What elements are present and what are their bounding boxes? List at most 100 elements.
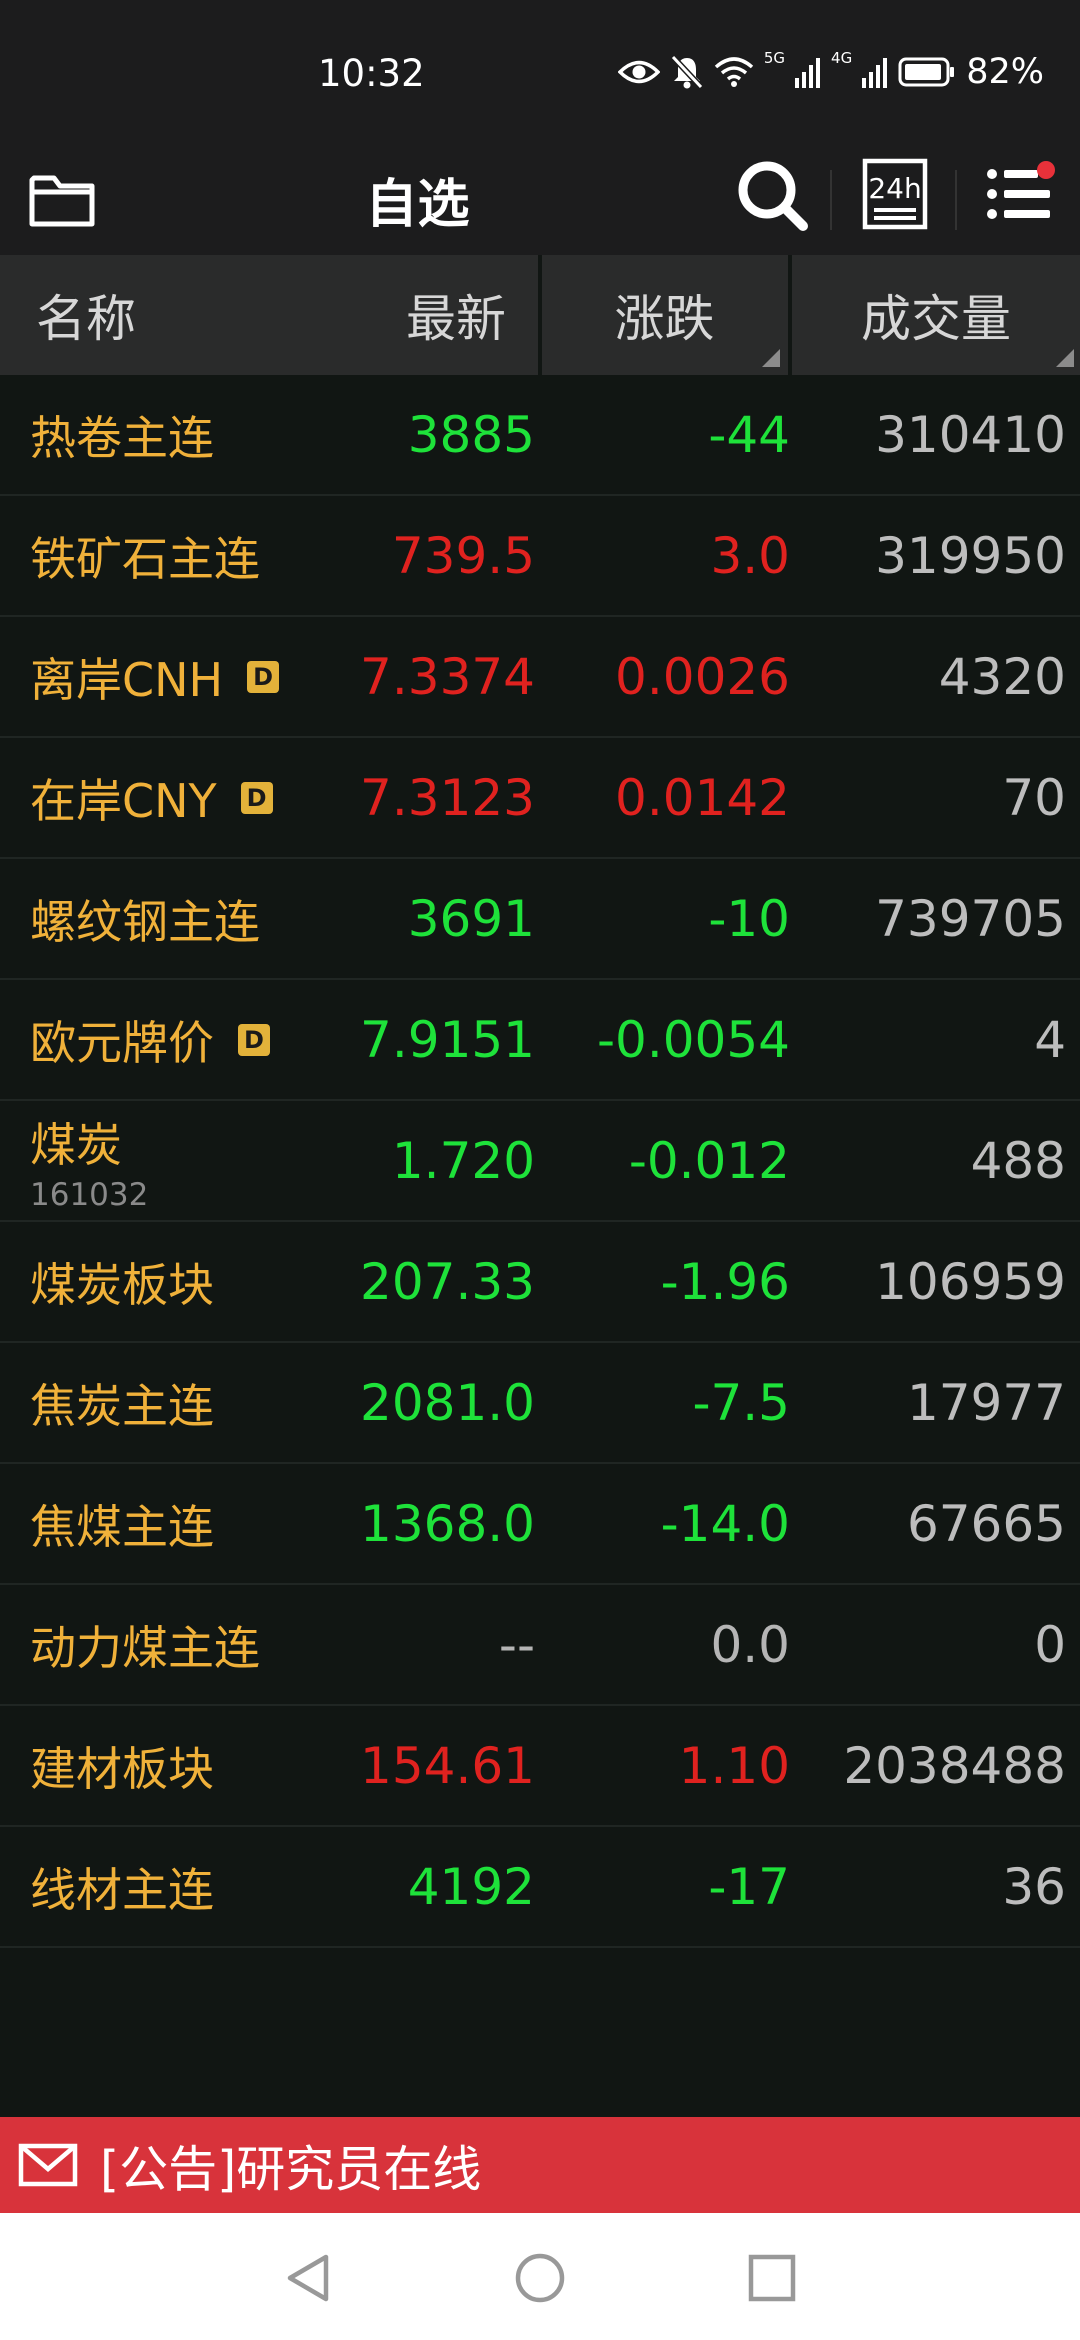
trade-volume: 17977 bbox=[906, 1373, 1066, 1432]
sort-triangle-icon bbox=[762, 349, 780, 367]
trade-volume: 319950 bbox=[875, 526, 1066, 585]
trade-volume: 310410 bbox=[875, 405, 1066, 464]
instrument-name-label: 线材主连 bbox=[30, 1862, 214, 1917]
instrument-name-label: 煤炭 bbox=[30, 1117, 122, 1172]
column-volume[interactable]: 成交量 bbox=[792, 255, 1080, 375]
instrument-name: 欧元牌价 D bbox=[30, 980, 270, 1099]
table-row[interactable]: 焦煤主连 1368.0 -14.0 67665 bbox=[0, 1464, 1080, 1585]
trade-volume: 4 bbox=[1034, 1010, 1066, 1069]
instrument-name-label: 焦煤主连 bbox=[30, 1499, 214, 1554]
delayed-badge: D bbox=[238, 1023, 270, 1056]
table-row[interactable]: 煤炭板块 207.33 -1.96 106959 bbox=[0, 1222, 1080, 1343]
instrument-name-label: 铁矿石主连 bbox=[30, 531, 260, 586]
instrument-name: 焦炭主连 bbox=[30, 1343, 214, 1462]
instrument-name: 离岸CNH D bbox=[30, 617, 280, 736]
column-change[interactable]: 涨跌 bbox=[542, 255, 787, 375]
table-row[interactable]: 建材板块 154.61 1.10 2038488 bbox=[0, 1706, 1080, 1827]
latest-price: 4192 bbox=[407, 1857, 535, 1916]
instrument-name-label: 动力煤主连 bbox=[30, 1620, 260, 1675]
trade-volume: 106959 bbox=[875, 1252, 1066, 1311]
instrument-name-label: 焦炭主连 bbox=[30, 1378, 214, 1433]
table-row[interactable]: 热卷主连 3885 -44 310410 bbox=[0, 375, 1080, 496]
price-change: -10 bbox=[708, 889, 790, 948]
instrument-name: 煤炭板块 bbox=[30, 1222, 214, 1341]
price-change: -17 bbox=[708, 1857, 790, 1916]
latest-price: 7.9151 bbox=[360, 1010, 535, 1069]
price-change: 0.0142 bbox=[615, 768, 790, 827]
table-row[interactable]: 焦炭主连 2081.0 -7.5 17977 bbox=[0, 1343, 1080, 1464]
status-time: 10:32 bbox=[318, 52, 425, 95]
price-change: 0.0 bbox=[710, 1615, 790, 1674]
table-row[interactable]: 离岸CNH D 7.3374 0.0026 4320 bbox=[0, 617, 1080, 738]
instrument-name-label: 煤炭板块 bbox=[30, 1257, 214, 1312]
column-latest[interactable]: 最新 bbox=[300, 255, 506, 375]
price-change: 3.0 bbox=[710, 526, 790, 585]
table-row[interactable]: 铁矿石主连 739.5 3.0 319950 bbox=[0, 496, 1080, 617]
table-row[interactable]: 线材主连 4192 -17 36 bbox=[0, 1827, 1080, 1948]
price-change: -1.96 bbox=[660, 1252, 790, 1311]
instrument-name: 在岸CNY D bbox=[30, 738, 273, 857]
table-row[interactable]: 煤炭 161032 1.720 -0.012 488 bbox=[0, 1101, 1080, 1222]
instrument-code: 161032 bbox=[30, 1176, 149, 1213]
latest-price: 1368.0 bbox=[360, 1494, 535, 1553]
price-change: 1.10 bbox=[678, 1736, 790, 1795]
trade-volume: 70 bbox=[1002, 768, 1066, 827]
instrument-name: 煤炭 161032 bbox=[30, 1101, 148, 1220]
status-bar: 10:32 5G 4G 82% bbox=[0, 0, 1080, 150]
latest-price: 7.3123 bbox=[360, 768, 535, 827]
table-row[interactable]: 螺纹钢主连 3691 -10 739705 bbox=[0, 859, 1080, 980]
signal-icon-1 bbox=[795, 58, 821, 88]
instrument-name: 线材主连 bbox=[30, 1827, 214, 1946]
trade-volume: 67665 bbox=[906, 1494, 1066, 1553]
price-change: -0.0054 bbox=[597, 1010, 790, 1069]
battery-percent: 82% bbox=[966, 52, 1044, 92]
mail-icon bbox=[18, 2143, 78, 2187]
table-row[interactable]: 动力煤主连 -- 0.0 0 bbox=[0, 1585, 1080, 1706]
header-divider-2 bbox=[955, 170, 957, 230]
system-nav-bar bbox=[0, 2213, 1080, 2340]
news-24h-icon[interactable]: 24h bbox=[862, 158, 928, 230]
price-change: -7.5 bbox=[692, 1373, 790, 1432]
h24-label: 24h bbox=[868, 172, 921, 205]
table-row[interactable]: 在岸CNY D 7.3123 0.0142 70 bbox=[0, 738, 1080, 859]
latest-price: 3885 bbox=[407, 405, 535, 464]
battery-icon bbox=[898, 57, 955, 87]
net-label-1: 5G bbox=[763, 49, 786, 67]
mute-bell-icon bbox=[670, 54, 704, 90]
table-row[interactable]: 欧元牌价 D 7.9151 -0.0054 4 bbox=[0, 980, 1080, 1101]
announcement-text: [公告]研究员在线 bbox=[100, 2140, 482, 2198]
back-icon[interactable] bbox=[282, 2251, 336, 2305]
menu-list-icon[interactable] bbox=[984, 160, 1056, 226]
column-name[interactable]: 名称 bbox=[36, 255, 136, 375]
sort-triangle-icon bbox=[1056, 349, 1074, 367]
search-icon[interactable] bbox=[733, 156, 811, 234]
latest-price: 1.720 bbox=[391, 1131, 535, 1190]
instrument-name: 热卷主连 bbox=[30, 375, 214, 494]
latest-price: 154.61 bbox=[360, 1736, 535, 1795]
latest-price: -- bbox=[498, 1615, 535, 1674]
latest-price: 739.5 bbox=[391, 526, 535, 585]
delayed-badge: D bbox=[247, 660, 280, 693]
trade-volume: 739705 bbox=[875, 889, 1066, 948]
recents-icon[interactable] bbox=[745, 2251, 799, 2305]
latest-price: 207.33 bbox=[360, 1252, 535, 1311]
price-change: -44 bbox=[708, 405, 790, 464]
page-title: 自选 bbox=[365, 175, 470, 235]
instrument-name: 焦煤主连 bbox=[30, 1464, 214, 1583]
trade-volume: 36 bbox=[1002, 1857, 1066, 1916]
instrument-name-label: 在岸CNY bbox=[30, 773, 217, 828]
delayed-badge: D bbox=[240, 781, 273, 814]
wifi-icon bbox=[714, 57, 754, 87]
trade-volume: 4320 bbox=[938, 647, 1066, 706]
instrument-name: 铁矿石主连 bbox=[30, 496, 260, 615]
notification-dot-icon bbox=[1037, 161, 1055, 179]
announcement-bar[interactable]: [公告]研究员在线 bbox=[0, 2117, 1080, 2213]
signal-icon-2 bbox=[862, 58, 888, 88]
home-icon[interactable] bbox=[513, 2251, 567, 2305]
watchlist-table: 热卷主连 3885 -44 310410 铁矿石主连 739.5 3.0 319950 离岸CN… bbox=[0, 375, 1080, 1948]
eye-icon bbox=[617, 60, 660, 84]
instrument-name-label: 欧元牌价 bbox=[30, 1015, 214, 1070]
price-change: -0.012 bbox=[628, 1131, 790, 1190]
latest-price: 7.3374 bbox=[360, 647, 535, 706]
net-label-2: 4G bbox=[831, 49, 853, 67]
